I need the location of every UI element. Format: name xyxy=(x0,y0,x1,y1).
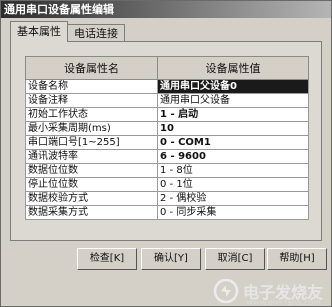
property-name: 串口端口号[1~255] xyxy=(25,135,158,150)
column-header-value: 设备属性值 xyxy=(157,56,309,80)
table-row[interactable]: 设备注释 通用串口父设备 xyxy=(25,93,309,108)
elecfans-logo-icon xyxy=(213,278,239,304)
grid-header-row: 设备属性名 设备属性值 xyxy=(25,56,309,80)
table-row[interactable]: 设备名称 通用串口父设备0 xyxy=(25,79,309,94)
property-name: 初始工作状态 xyxy=(25,107,158,122)
cancel-button[interactable]: 取消[C] xyxy=(205,248,265,270)
check-button[interactable]: 检查[K] xyxy=(77,248,137,270)
property-grid: 设备属性名 设备属性值 设备名称 通用串口父设备0 设备注释 通用串口父设备 初… xyxy=(25,56,309,220)
device-properties-dialog: 通用串口设备属性编辑 基本属性 电话连接 设备属性名 设备属性值 设备名称 通用… xyxy=(0,0,332,307)
property-value[interactable]: 1 - 8位 xyxy=(157,163,309,178)
property-value[interactable]: 通用串口父设备 xyxy=(157,93,309,108)
dialog-button-row: 检查[K] 确认[Y] 取消[C] 帮助[H] xyxy=(1,248,331,270)
property-name: 设备注释 xyxy=(25,93,158,108)
window-title: 通用串口设备属性编辑 xyxy=(1,1,331,18)
property-value[interactable]: 0 - 同步采集 xyxy=(157,205,309,220)
confirm-button[interactable]: 确认[Y] xyxy=(141,248,201,270)
table-row[interactable]: 数据校验方式 2 - 偶校验 xyxy=(25,191,309,206)
tab-phone-connection[interactable]: 电话连接 xyxy=(67,24,125,42)
tab-panel: 设备属性名 设备属性值 设备名称 通用串口父设备0 设备注释 通用串口父设备 初… xyxy=(10,41,322,241)
property-name: 最小采集周期(ms) xyxy=(25,121,158,136)
tab-basic-properties[interactable]: 基本属性 xyxy=(10,21,68,42)
table-row[interactable]: 初始工作状态 1 - 启动 xyxy=(25,107,309,122)
property-value[interactable]: 0 - 1位 xyxy=(157,177,309,192)
property-name: 数据位位数 xyxy=(25,163,158,178)
property-name: 设备名称 xyxy=(25,79,158,94)
table-row[interactable]: 串口端口号[1~255] 0 - COM1 xyxy=(25,135,309,150)
property-value[interactable]: 10 xyxy=(157,121,309,136)
property-value[interactable]: 通用串口父设备0 xyxy=(157,79,309,94)
property-value[interactable]: 6 - 9600 xyxy=(157,149,309,164)
table-row[interactable]: 数据位位数 1 - 8位 xyxy=(25,163,309,178)
table-row[interactable]: 最小采集周期(ms) 10 xyxy=(25,121,309,136)
property-name: 通讯波特率 xyxy=(25,149,158,164)
property-value[interactable]: 1 - 启动 xyxy=(157,107,309,122)
property-name: 数据校验方式 xyxy=(25,191,158,206)
table-row[interactable]: 停止位位数 0 - 1位 xyxy=(25,177,309,192)
column-header-name: 设备属性名 xyxy=(25,56,158,80)
tab-bar: 基本属性 电话连接 xyxy=(10,21,125,42)
property-name: 停止位位数 xyxy=(25,177,158,192)
table-row[interactable]: 通讯波特率 6 - 9600 xyxy=(25,149,309,164)
watermark-url: www.elecfans.com xyxy=(246,298,322,307)
property-name: 数据采集方式 xyxy=(25,205,158,220)
property-value[interactable]: 0 - COM1 xyxy=(157,135,309,150)
help-button[interactable]: 帮助[H] xyxy=(267,248,327,270)
property-value[interactable]: 2 - 偶校验 xyxy=(157,191,309,206)
table-row[interactable]: 数据采集方式 0 - 同步采集 xyxy=(25,205,309,220)
